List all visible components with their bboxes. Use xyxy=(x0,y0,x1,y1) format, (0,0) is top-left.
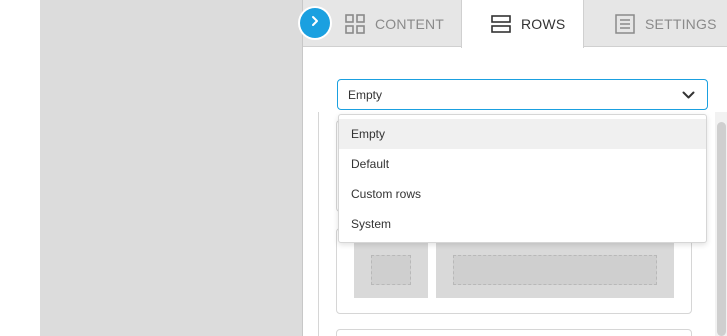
tab-rows-label: ROWS xyxy=(521,16,566,32)
tab-settings[interactable]: SETTINGS xyxy=(615,0,717,47)
row-type-dropdown: Empty Default Custom rows System xyxy=(338,114,707,243)
dropdown-option-default[interactable]: Default xyxy=(339,149,706,179)
left-margin xyxy=(0,0,40,336)
tab-content[interactable]: CONTENT xyxy=(345,0,444,47)
scrollbar-thumb[interactable] xyxy=(717,122,726,336)
dropdown-option-empty[interactable]: Empty xyxy=(339,119,706,149)
row-type-select-value: Empty xyxy=(348,87,383,102)
panel-toggle-button[interactable] xyxy=(300,8,330,38)
row-column-large-placeholder xyxy=(453,255,657,285)
content-area-border xyxy=(318,112,319,336)
settings-list-icon xyxy=(615,13,635,34)
rows-icon xyxy=(491,15,511,33)
chevron-right-icon xyxy=(310,14,320,32)
tab-bar: CONTENT ROWS SETTINGS xyxy=(303,0,727,48)
row-layout-card-next[interactable] xyxy=(336,329,692,336)
grid-icon xyxy=(345,13,365,34)
editor-canvas[interactable] xyxy=(40,0,303,336)
dropdown-option-custom-rows[interactable]: Custom rows xyxy=(339,179,706,209)
row-type-select[interactable]: Empty xyxy=(337,79,708,110)
chevron-down-icon xyxy=(682,89,695,103)
tab-settings-label: SETTINGS xyxy=(645,15,717,32)
tab-content-label: CONTENT xyxy=(375,15,445,32)
dropdown-option-system[interactable]: System xyxy=(339,209,706,239)
tab-rows[interactable]: ROWS xyxy=(461,0,584,48)
row-column-small-placeholder xyxy=(371,255,411,285)
